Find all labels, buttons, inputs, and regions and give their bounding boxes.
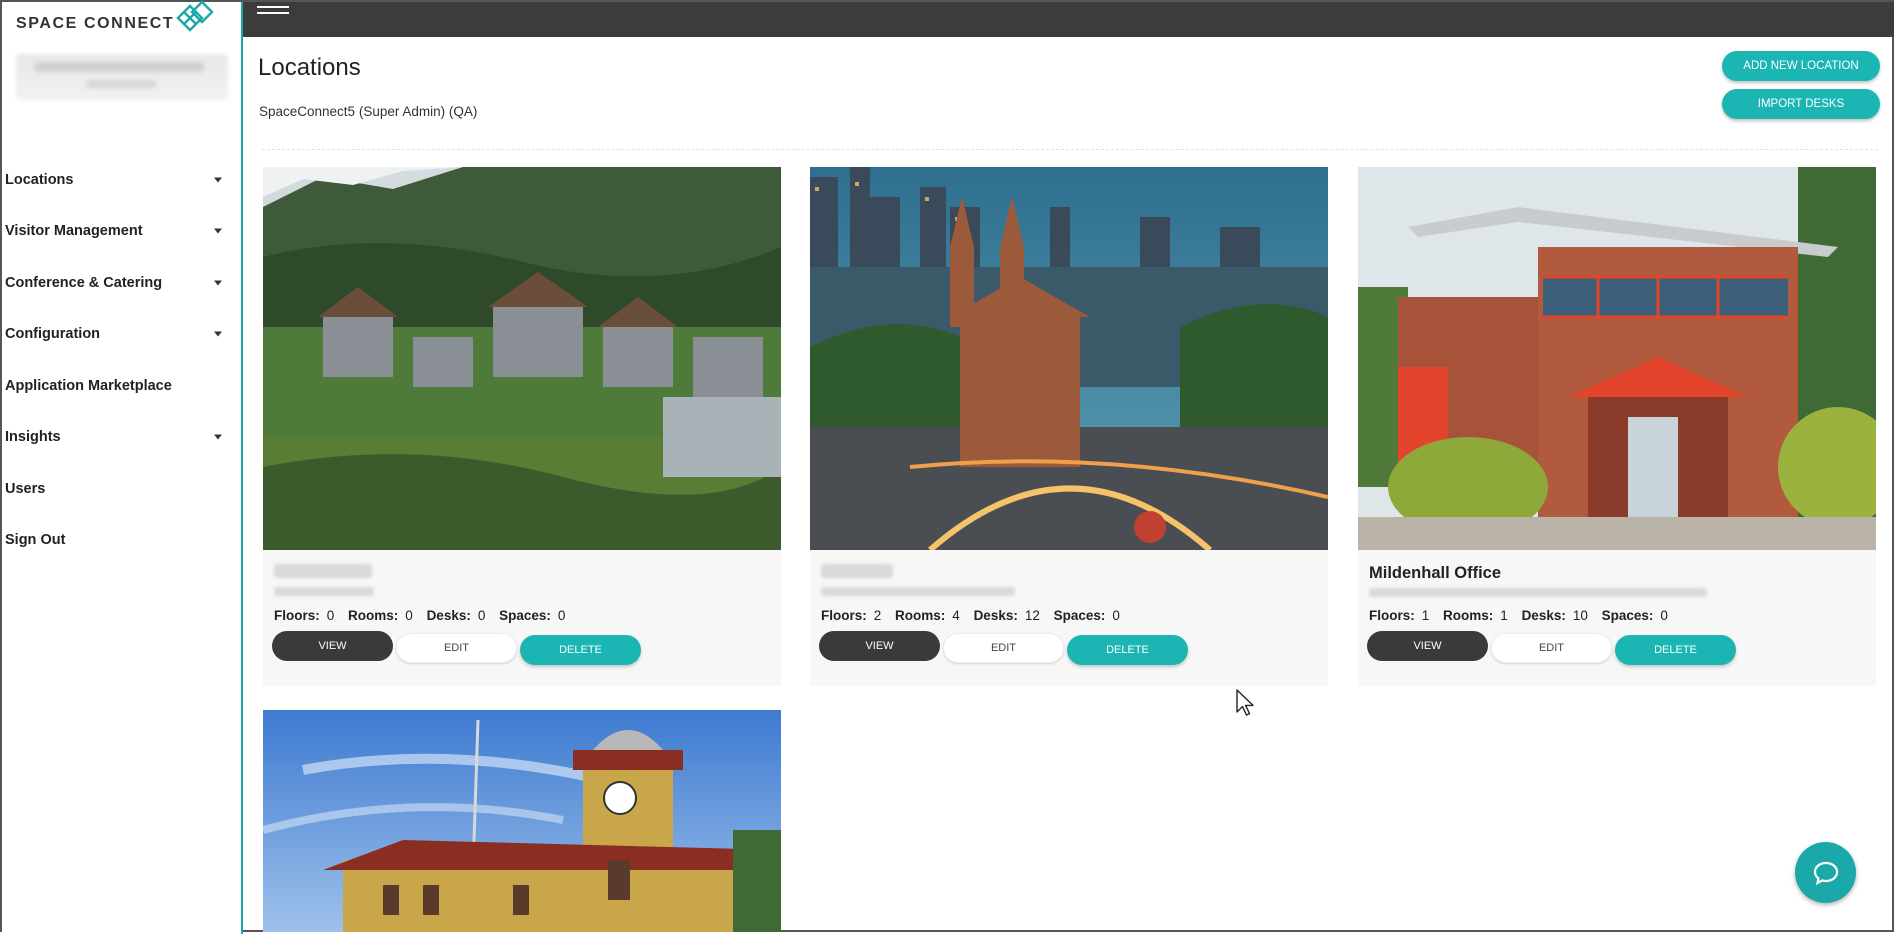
sidebar-item-label: Insights xyxy=(5,429,61,446)
caret-down-icon xyxy=(214,177,222,183)
sidebar-item-label: Locations xyxy=(5,171,74,188)
sidebar-item-configuration[interactable]: Configuration xyxy=(2,309,234,361)
sidebar-item-conference-catering[interactable]: Conference & Catering xyxy=(2,257,234,309)
location-image[interactable] xyxy=(263,710,781,932)
view-button[interactable]: VIEW xyxy=(819,631,940,661)
edit-button[interactable]: EDIT xyxy=(943,633,1064,663)
sidebar-item-label: Conference & Catering xyxy=(5,274,163,291)
caret-down-icon xyxy=(214,280,222,286)
delete-button[interactable]: DELETE xyxy=(1067,635,1188,665)
delete-button[interactable]: DELETE xyxy=(520,635,641,665)
add-new-location-button[interactable]: ADD NEW LOCATION xyxy=(1722,51,1880,81)
location-image[interactable] xyxy=(263,167,781,550)
logo-mark-icon xyxy=(176,0,214,32)
logo-text: SPACE CONNECT xyxy=(16,15,175,32)
location-image[interactable] xyxy=(810,167,1328,550)
sidebar-item-sign-out[interactable]: Sign Out xyxy=(2,515,234,567)
delete-button[interactable]: DELETE xyxy=(1615,635,1736,665)
location-stats: Floors: 2 Rooms: 4 Desks: 12 Spaces: 0 xyxy=(821,608,1120,623)
location-name: Mildenhall Office xyxy=(1369,564,1502,582)
caret-down-icon xyxy=(214,228,222,234)
location-card: Floors: 0 Rooms: 0 Desks: 0 Spaces: 0 VIEW E… xyxy=(263,167,781,686)
user-profile-redacted xyxy=(16,54,228,100)
sidebar-item-visitor-management[interactable]: Visitor Management xyxy=(2,206,234,258)
sidebar-item-label: Application Marketplace xyxy=(5,377,172,394)
edit-button[interactable]: EDIT xyxy=(396,633,517,663)
sidebar-item-label: Sign Out xyxy=(5,532,66,549)
sidebar-item-label: Configuration xyxy=(5,326,101,343)
sidebar-item-application-marketplace[interactable]: Application Marketplace xyxy=(2,360,234,412)
location-address-redacted xyxy=(821,587,1015,596)
top-bar xyxy=(243,2,1894,37)
import-desks-button[interactable]: IMPORT DESKS xyxy=(1722,89,1880,119)
location-photo-brick-office xyxy=(1358,167,1876,550)
chat-bubble-icon xyxy=(1813,861,1838,885)
sidebar-item-users[interactable]: Users xyxy=(2,463,234,515)
sidebar: SPACE CONNECT Locations Visitor Manageme… xyxy=(2,0,243,934)
view-button[interactable]: VIEW xyxy=(272,631,393,661)
location-image[interactable] xyxy=(1358,167,1876,550)
location-address-redacted xyxy=(274,587,374,596)
location-address-redacted xyxy=(1369,588,1707,597)
location-stats: Floors: 1 Rooms: 1 Desks: 10 Spaces: 0 xyxy=(1369,608,1668,623)
page-title: Locations xyxy=(258,54,361,81)
chat-support-button[interactable] xyxy=(1795,842,1856,903)
location-name-redacted xyxy=(821,564,893,578)
mouse-pointer-icon xyxy=(1236,689,1254,716)
sidebar-item-locations[interactable]: Locations xyxy=(2,154,234,206)
sidebar-item-label: Users xyxy=(5,480,46,497)
location-card: Mildenhall Office Floors: 1 Rooms: 1 Desks… xyxy=(1358,167,1876,686)
edit-button[interactable]: EDIT xyxy=(1491,633,1612,663)
hamburger-menu-icon[interactable] xyxy=(257,2,289,18)
sidebar-item-insights[interactable]: Insights xyxy=(2,412,234,464)
location-card xyxy=(263,710,781,932)
location-card: Floors: 2 Rooms: 4 Desks: 12 Spaces: 0 VIEW … xyxy=(810,167,1328,686)
sidebar-nav: Locations Visitor Management Conference … xyxy=(2,154,234,566)
sidebar-item-label: Visitor Management xyxy=(5,223,143,240)
location-photo-cathedral xyxy=(810,167,1328,550)
caret-down-icon xyxy=(214,331,222,337)
location-stats: Floors: 0 Rooms: 0 Desks: 0 Spaces: 0 xyxy=(274,608,566,623)
logo: SPACE CONNECT xyxy=(16,6,174,42)
location-photo-alaska xyxy=(263,167,781,550)
app-window: SPACE CONNECT Locations Visitor Manageme… xyxy=(0,0,1894,934)
caret-down-icon xyxy=(214,434,222,440)
location-photo-clock-tower xyxy=(263,710,781,932)
view-button[interactable]: VIEW xyxy=(1367,631,1488,661)
location-name-redacted xyxy=(274,564,372,578)
account-subtitle: SpaceConnect5 (Super Admin) (QA) xyxy=(259,104,478,119)
header-divider xyxy=(262,149,1878,150)
